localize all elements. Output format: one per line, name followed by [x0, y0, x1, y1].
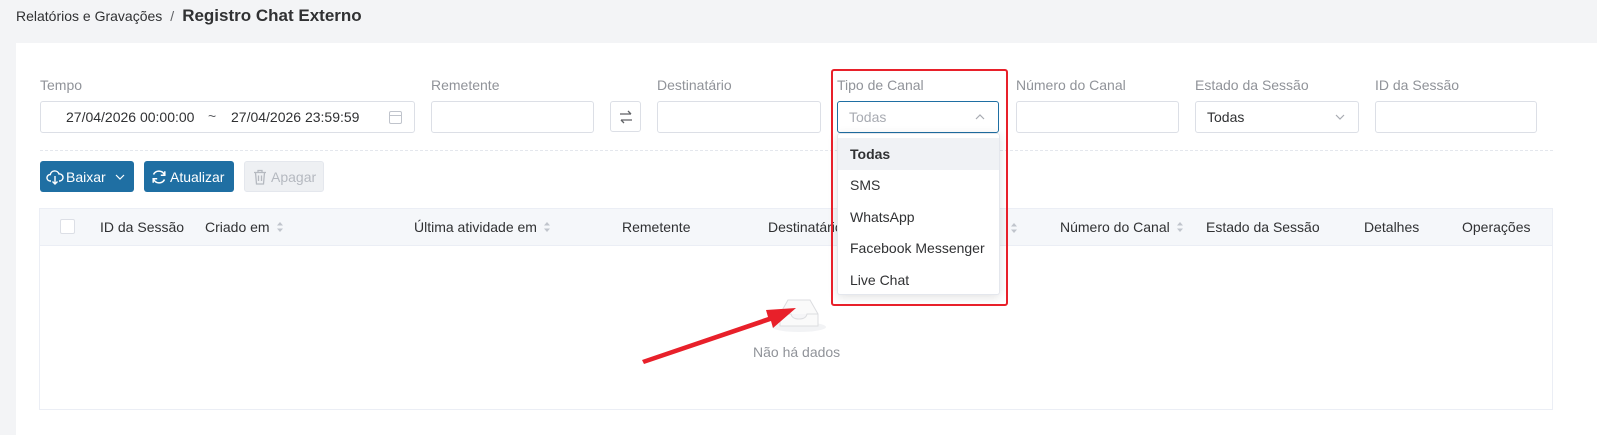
delete-button[interactable]: Apagar [244, 161, 324, 192]
channel-type-placeholder: Todas [849, 109, 887, 125]
session-state-label: Estado da Sessão [1195, 77, 1309, 93]
cloud-download-icon [46, 169, 64, 185]
download-label: Baixar [66, 168, 106, 185]
table-header: ID da Sessão Criado em Última atividade … [40, 209, 1552, 246]
session-state-value: Todas [1207, 109, 1245, 125]
column-channel-number[interactable]: Número do Canal [1060, 219, 1184, 235]
select-all-checkbox[interactable] [60, 219, 75, 234]
sort-icon[interactable] [276, 221, 284, 233]
dropdown-option-whatsapp[interactable]: WhatsApp [838, 201, 999, 233]
empty-inbox-icon [772, 299, 826, 332]
refresh-button[interactable]: Atualizar [144, 161, 234, 192]
trash-icon [254, 169, 266, 185]
download-button[interactable]: Baixar [40, 161, 134, 192]
filter-divider [40, 150, 1553, 151]
breadcrumb-separator: / [170, 8, 175, 24]
start-date-input[interactable]: 27/04/2026 00:00:00 [66, 109, 194, 125]
column-last-activity[interactable]: Última atividade em [414, 219, 551, 235]
date-range-separator: ~ [208, 108, 217, 124]
column-recipient: Destinatário [768, 219, 843, 235]
recipient-label: Destinatário [657, 77, 732, 93]
sender-label: Remetente [431, 77, 500, 93]
date-range-picker[interactable]: 27/04/2026 00:00:00 ~ 27/04/2026 23:59:5… [40, 101, 415, 133]
chevron-down-icon [1335, 114, 1345, 120]
swap-arrows-icon [619, 110, 632, 123]
page-title: Registro Chat Externo [182, 6, 362, 25]
swap-button[interactable] [610, 101, 641, 132]
end-date-input[interactable]: 27/04/2026 23:59:59 [231, 109, 359, 125]
column-sender: Remetente [622, 219, 691, 235]
dropdown-option-todas[interactable]: Todas [838, 138, 999, 170]
chevron-down-icon [115, 174, 125, 180]
channel-number-input[interactable] [1016, 101, 1179, 133]
sort-icon[interactable] [543, 221, 551, 233]
column-session-id: ID da Sessão [100, 219, 185, 235]
column-session-state: Estado da Sessão [1206, 219, 1320, 235]
channel-number-label: Número do Canal [1016, 77, 1126, 93]
session-state-select[interactable]: Todas [1195, 101, 1359, 133]
channel-type-label: Tipo de Canal [837, 77, 924, 93]
sender-input[interactable] [431, 101, 594, 133]
dropdown-option-sms[interactable]: SMS [838, 170, 999, 202]
channel-type-dropdown: Todas SMS WhatsApp Facebook Messenger Li… [837, 133, 1000, 295]
empty-state-text: Não há dados [753, 344, 841, 360]
time-label: Tempo [40, 77, 83, 93]
breadcrumb-parent-link[interactable]: Relatórios e Gravações [16, 8, 162, 24]
refresh-icon [152, 169, 166, 184]
sort-icon[interactable] [1010, 222, 1018, 234]
channel-type-select[interactable]: Todas [837, 101, 999, 133]
column-created-at[interactable]: Criado em [205, 219, 284, 235]
session-id-label: ID da Sessão [1375, 77, 1460, 93]
refresh-label: Atualizar [170, 168, 225, 185]
delete-label: Apagar [271, 168, 317, 185]
recipient-input[interactable] [657, 101, 821, 133]
calendar-icon [389, 111, 402, 124]
dropdown-option-facebook-messenger[interactable]: Facebook Messenger [838, 233, 999, 265]
dropdown-option-live-chat[interactable]: Live Chat [838, 264, 999, 296]
chevron-up-icon [975, 114, 985, 120]
sort-icon[interactable] [1176, 221, 1184, 233]
column-operations: Operações [1462, 219, 1531, 235]
column-details: Detalhes [1364, 219, 1420, 235]
breadcrumb: Relatórios e Gravações / Registro Chat E… [16, 6, 362, 28]
session-id-input[interactable] [1375, 101, 1537, 133]
